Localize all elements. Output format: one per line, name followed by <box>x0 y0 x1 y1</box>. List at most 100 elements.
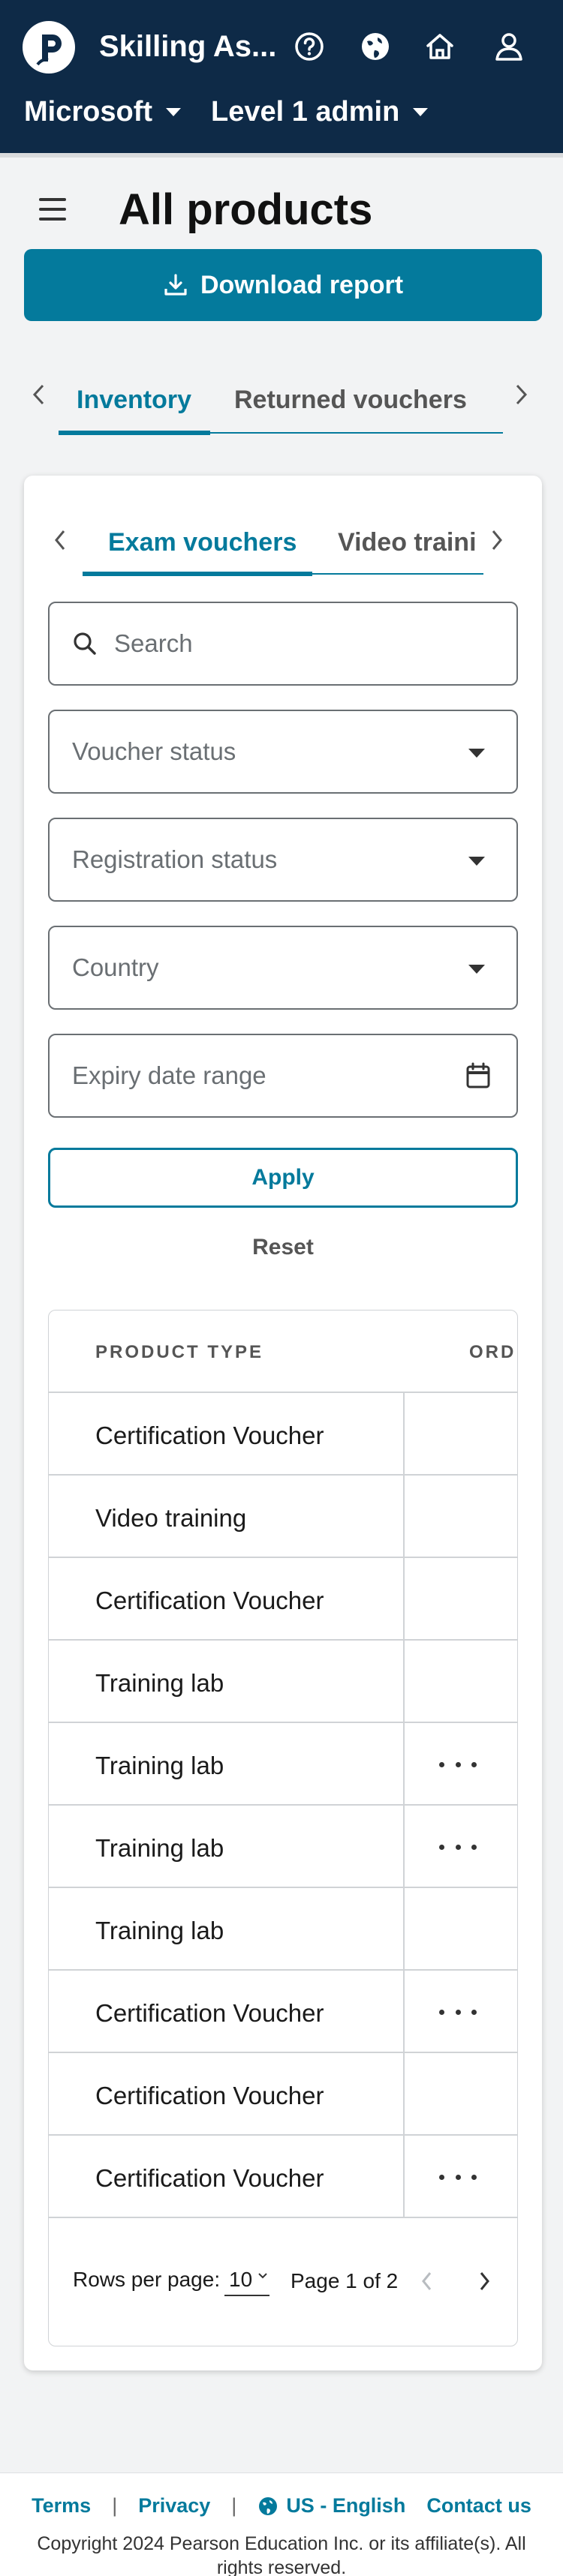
organization-selector[interactable]: Microsoft <box>24 96 181 128</box>
divider <box>403 1971 405 2053</box>
registration-status-select[interactable]: Registration status <box>48 818 518 902</box>
next-page-icon[interactable] <box>477 2269 492 2293</box>
country-placeholder: Country <box>72 953 159 981</box>
chevron-right-icon[interactable] <box>513 381 530 416</box>
pagination: Rows per page: 10 Page 1 of 2 <box>49 2218 517 2346</box>
tab-inventory[interactable]: Inventory <box>77 386 191 415</box>
pearson-logo-icon[interactable] <box>23 21 75 74</box>
privacy-link[interactable]: Privacy <box>138 2494 210 2517</box>
divider <box>403 1558 405 1641</box>
table-row[interactable]: Training lab <box>49 1723 517 1806</box>
product-type-cell: Training lab <box>95 1752 224 1779</box>
products-table: PRODUCT TYPE ORD Certification Voucher Vi… <box>48 1310 518 2346</box>
more-options-icon[interactable] <box>439 1836 477 1858</box>
chevron-right-icon[interactable] <box>489 527 504 560</box>
table-row[interactable]: Certification Voucher <box>49 2136 517 2218</box>
voucher-type-tabs: Exam vouchers Video traini <box>24 506 542 576</box>
rows-per-page-value: 10 <box>229 2268 253 2291</box>
inventory-card: Exam vouchers Video traini Search Vouche… <box>24 476 542 2370</box>
divider <box>403 1393 405 1476</box>
divider <box>403 2053 405 2136</box>
tab-baseline <box>312 573 483 575</box>
product-type-cell: Certification Voucher <box>95 1999 324 2027</box>
chevron-down-icon <box>468 857 485 866</box>
rows-per-page-select[interactable]: 10 <box>224 2265 269 2296</box>
help-icon[interactable] <box>291 29 327 65</box>
tab-exam-vouchers[interactable]: Exam vouchers <box>108 528 297 557</box>
active-tab-indicator <box>59 431 210 435</box>
column-header-order[interactable]: ORD <box>469 1342 516 1363</box>
divider: | <box>112 2494 118 2517</box>
divider: | <box>231 2494 237 2517</box>
product-type-cell: Training lab <box>95 1917 224 1944</box>
terms-link[interactable]: Terms <box>32 2494 91 2517</box>
user-icon[interactable] <box>491 29 527 65</box>
search-placeholder: Search <box>114 629 193 657</box>
organization-label: Microsoft <box>24 96 152 128</box>
language-label: US - English <box>286 2494 406 2517</box>
table-row[interactable]: Training lab <box>49 1641 517 1723</box>
table-row[interactable]: Training lab <box>49 1806 517 1888</box>
table-row[interactable]: Certification Voucher <box>49 1971 517 2053</box>
chevron-down-icon <box>258 2273 267 2279</box>
table-row[interactable]: Certification Voucher <box>49 1558 517 1641</box>
download-report-button[interactable]: Download report <box>24 249 542 321</box>
page-title: All products <box>119 185 373 234</box>
product-type-cell: Training lab <box>95 1834 224 1862</box>
chevron-down-icon <box>468 965 485 974</box>
more-options-icon[interactable] <box>439 2001 477 2023</box>
product-type-cell: Certification Voucher <box>95 1422 324 1449</box>
home-icon[interactable] <box>422 29 458 65</box>
page-info: Page 1 of 2 <box>291 2269 399 2292</box>
table-row[interactable]: Certification Voucher <box>49 1393 517 1476</box>
product-type-cell: Certification Voucher <box>95 2164 324 2192</box>
product-type-cell: Video training <box>95 1504 247 1532</box>
reset-button[interactable]: Reset <box>24 1235 542 1260</box>
chevron-down-icon <box>166 108 181 116</box>
tab-video-training[interactable]: Video traini <box>338 528 495 557</box>
search-icon <box>74 632 96 655</box>
column-header-product-type[interactable]: PRODUCT TYPE <box>95 1342 263 1363</box>
table-row[interactable]: Training lab <box>49 1888 517 1971</box>
menu-icon[interactable] <box>39 198 66 221</box>
table-row[interactable]: Video training <box>49 1476 517 1558</box>
table-row[interactable]: Certification Voucher <box>49 2053 517 2136</box>
contact-us-link[interactable]: Contact us <box>426 2494 531 2517</box>
table-header-row: PRODUCT TYPE ORD <box>49 1311 517 1393</box>
search-input[interactable]: Search <box>48 602 518 686</box>
chevron-down-icon <box>468 749 485 758</box>
product-tabs: Inventory Returned vouchers <box>24 368 542 438</box>
voucher-status-placeholder: Voucher status <box>72 737 236 765</box>
tab-baseline <box>210 432 503 434</box>
chevron-left-icon[interactable] <box>30 381 47 416</box>
app-title: Skilling As... <box>99 30 277 63</box>
copyright-text: Copyright 2024 Pearson Education Inc. or… <box>37 2533 526 2576</box>
language-selector[interactable]: US - English <box>257 2494 405 2517</box>
apply-button[interactable]: Apply <box>48 1148 518 1208</box>
footer: Terms | Privacy | US - English Contact u… <box>0 2472 563 2576</box>
divider <box>403 1723 405 1806</box>
expiry-date-range-input[interactable]: Expiry date range <box>48 1034 518 1118</box>
previous-page-icon[interactable] <box>420 2269 435 2293</box>
chevron-left-icon[interactable] <box>53 527 68 560</box>
registration-status-placeholder: Registration status <box>72 845 278 873</box>
divider <box>403 1806 405 1888</box>
chevron-down-icon <box>413 108 429 116</box>
divider <box>403 1888 405 1971</box>
role-selector[interactable]: Level 1 admin <box>211 96 429 128</box>
calendar-icon[interactable] <box>465 1062 491 1089</box>
more-options-icon[interactable] <box>439 2166 477 2188</box>
divider <box>403 1476 405 1558</box>
rows-per-page-label: Rows per page: <box>73 2268 221 2291</box>
product-type-cell: Certification Voucher <box>95 1587 324 1614</box>
voucher-status-select[interactable]: Voucher status <box>48 710 518 794</box>
divider <box>403 2136 405 2218</box>
globe-icon <box>259 2496 278 2515</box>
country-select[interactable]: Country <box>48 926 518 1010</box>
top-navigation-bar: Skilling As... Microsoft Level 1 admin <box>0 0 563 153</box>
more-options-icon[interactable] <box>439 1753 477 1776</box>
expiry-date-range-placeholder: Expiry date range <box>72 1061 266 1089</box>
tab-returned-vouchers[interactable]: Returned vouchers <box>234 386 467 415</box>
download-report-label: Download report <box>200 270 404 299</box>
globe-icon[interactable] <box>357 29 393 65</box>
